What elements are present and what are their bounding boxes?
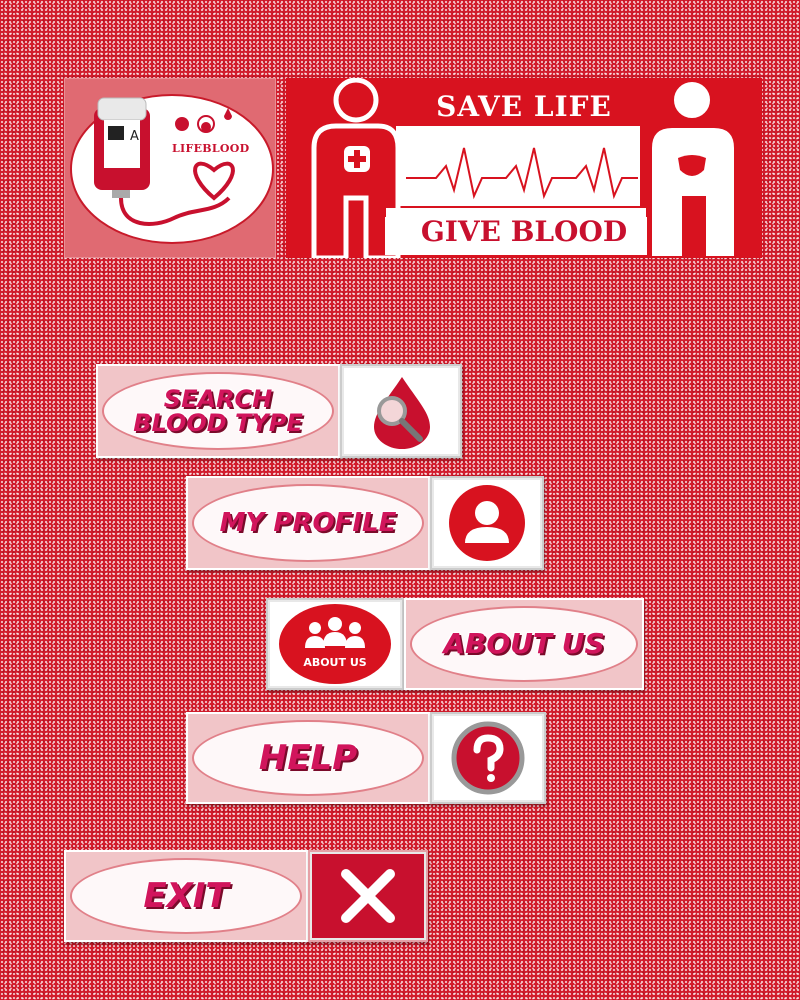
banner-title: SAVE LIFE (436, 90, 612, 123)
search-blood-type-button[interactable]: SEARCH BLOOD TYPE (96, 364, 462, 458)
help-label: HELP (258, 738, 358, 778)
about-label-panel[interactable]: ABOUT US (404, 598, 644, 690)
exit-icon-panel[interactable] (308, 850, 428, 942)
about-us-button[interactable]: ABOUT US ABOUT US (266, 598, 644, 690)
profile-icon-panel[interactable] (430, 476, 544, 570)
about-label: ABOUT US (443, 627, 605, 660)
user-icon (449, 485, 525, 561)
exit-button[interactable]: EXIT (64, 850, 428, 942)
bag-label: A (130, 129, 139, 144)
help-icon-panel[interactable] (430, 712, 546, 804)
group-icon (279, 604, 391, 684)
exit-label: EXIT (143, 876, 229, 916)
search-icon-panel[interactable] (340, 364, 462, 458)
profile-label: MY PROFILE (219, 508, 397, 538)
search-label: SEARCH BLOOD TYPE (133, 385, 303, 437)
profile-label-panel[interactable]: MY PROFILE (186, 476, 430, 570)
question-icon (451, 721, 525, 795)
banner-subtitle: GIVE BLOOD (420, 215, 628, 248)
help-button[interactable]: HELP (186, 712, 546, 804)
exit-label-panel[interactable]: EXIT (64, 850, 308, 942)
blood-bag-icon: A (94, 97, 235, 226)
blood-drop-magnifier-icon (374, 377, 430, 449)
close-icon (341, 869, 395, 923)
my-profile-button[interactable]: MY PROFILE (186, 476, 544, 570)
search-label-panel[interactable]: SEARCH BLOOD TYPE (96, 364, 340, 458)
save-life-banner: SAVE LIFE GIVE BLOOD (286, 78, 762, 258)
app-logo: A LIFEBLOOD (64, 78, 276, 258)
logo-brand-text: LIFEBLOOD (172, 142, 250, 155)
help-label-panel[interactable]: HELP (186, 712, 430, 804)
about-icon-panel[interactable]: ABOUT US (266, 598, 404, 690)
about-icon-caption: ABOUT US (303, 656, 367, 669)
